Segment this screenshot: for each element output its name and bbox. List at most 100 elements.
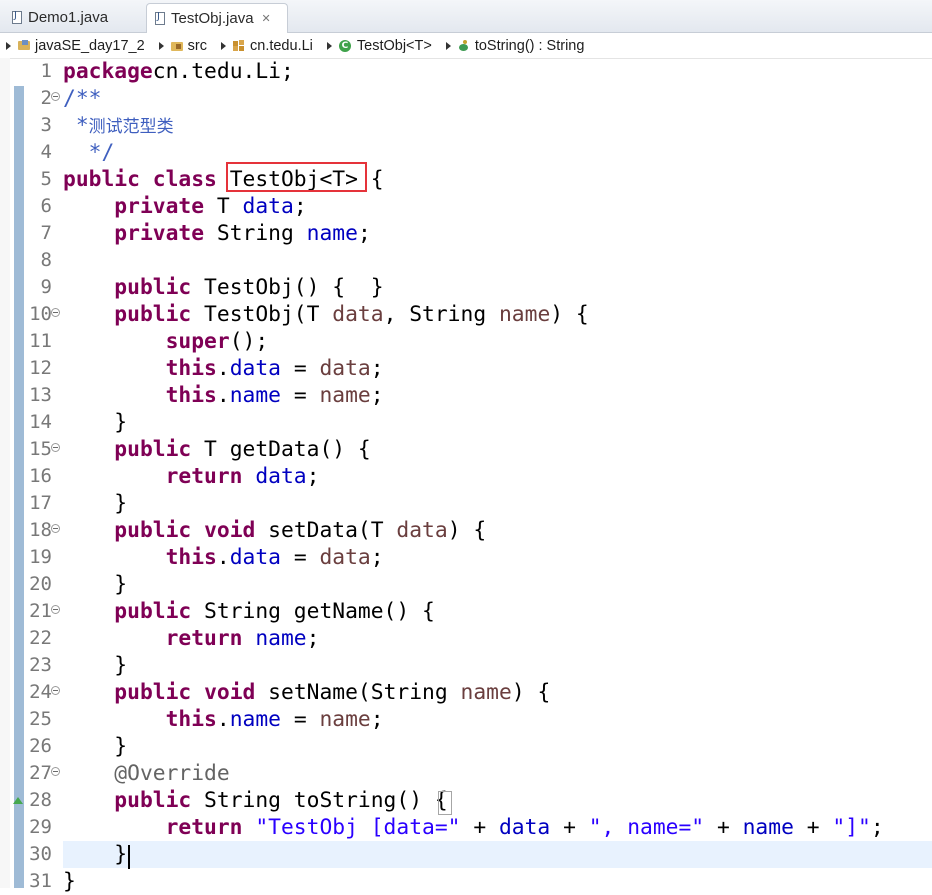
code-line[interactable]: 30 } <box>0 841 932 868</box>
fold-toggle-icon[interactable] <box>51 92 60 101</box>
code-token: T getData() { <box>191 437 371 462</box>
code-token: TestObj() { } <box>191 275 384 300</box>
code-text[interactable]: this.data = data; <box>63 544 384 571</box>
code-text[interactable]: this.data = data; <box>63 355 384 382</box>
code-token: name <box>229 707 281 732</box>
fold-toggle-icon[interactable] <box>51 767 60 776</box>
line-number: 24 <box>29 681 52 703</box>
code-line[interactable]: 22 return name; <box>0 625 932 652</box>
code-editor[interactable]: 1 packagecn.tedu.Li; 2 /** 3 *测试范型类 4 */5 publ… <box>0 58 932 894</box>
code-line[interactable]: 31} <box>0 868 932 895</box>
code-text[interactable]: return "TestObj [data=" + data + ", name… <box>63 814 884 841</box>
chevron-right-icon[interactable] <box>326 41 332 50</box>
matching-bracket-box <box>438 791 452 815</box>
code-text[interactable]: } <box>63 490 127 517</box>
code-line[interactable]: 23 } <box>0 652 932 679</box>
code-line[interactable]: 27 @Override <box>0 760 932 787</box>
code-line[interactable]: 17 } <box>0 490 932 517</box>
code-text[interactable]: @Override <box>63 760 229 787</box>
line-number: 2 <box>40 87 52 109</box>
breadcrumb-project[interactable]: javaSE_day17_2 <box>18 38 145 54</box>
code-text[interactable]: } <box>63 841 127 868</box>
code-token: name <box>255 626 307 651</box>
code-line[interactable]: 9 public TestObj() { } <box>0 274 932 301</box>
code-text[interactable]: super(); <box>63 328 269 355</box>
code-line[interactable]: 3 *测试范型类 <box>0 112 932 139</box>
line-number: 11 <box>29 330 52 352</box>
tab-demo1-java[interactable]: Demo1.java <box>4 3 140 32</box>
code-text[interactable]: return data; <box>63 463 320 490</box>
line-number: 27 <box>29 762 52 784</box>
chevron-right-icon[interactable] <box>158 41 164 50</box>
chevron-right-icon[interactable] <box>221 41 226 50</box>
code-line[interactable]: 16 return data; <box>0 463 932 490</box>
close-icon[interactable]: ✕ <box>262 12 271 25</box>
code-text[interactable]: *测试范型类 <box>63 112 174 141</box>
code-text[interactable]: this.name = name; <box>63 382 384 409</box>
code-line[interactable]: 13 this.name = name; <box>0 382 932 409</box>
code-text[interactable]: } <box>63 868 76 895</box>
code-text[interactable]: public TestObj() { } <box>63 274 384 301</box>
code-line[interactable]: 29 return "TestObj [data=" + data + ", n… <box>0 814 932 841</box>
code-area[interactable]: 1 packagecn.tedu.Li; 2 /** 3 *测试范型类 4 */5 publ… <box>0 58 932 894</box>
code-text[interactable]: } <box>63 652 127 679</box>
code-token: } <box>63 410 128 435</box>
code-text[interactable]: } <box>63 733 127 760</box>
code-line[interactable]: 2 /** <box>0 85 932 112</box>
code-text[interactable]: } <box>63 571 127 598</box>
code-line[interactable]: 10 public TestObj(T data, String name) { <box>0 301 932 328</box>
code-line[interactable]: 11 super(); <box>0 328 932 355</box>
code-token: data <box>319 545 371 570</box>
breadcrumb-class[interactable]: C TestObj<T> <box>338 38 432 54</box>
code-line[interactable]: 7 private String name; <box>0 220 932 247</box>
code-text[interactable]: public T getData() { <box>63 436 371 463</box>
fold-toggle-icon[interactable] <box>51 686 60 695</box>
code-line[interactable]: 28 public String toString() { <box>0 787 932 814</box>
breadcrumb-method[interactable]: toString() : String <box>458 38 584 54</box>
code-text[interactable]: */ <box>63 139 115 166</box>
fold-toggle-icon[interactable] <box>51 308 60 317</box>
code-text[interactable]: } <box>63 409 127 436</box>
code-line[interactable]: 8 <box>0 247 932 274</box>
code-text[interactable]: return name; <box>63 625 320 652</box>
code-line[interactable]: 5 public class TestObj<T> { <box>0 166 932 193</box>
code-line[interactable]: 25 this.name = name; <box>0 706 932 733</box>
code-text[interactable]: this.name = name; <box>63 706 384 733</box>
chevron-right-icon[interactable] <box>445 41 451 50</box>
code-line[interactable]: 26 } <box>0 733 932 760</box>
code-text[interactable]: public String toString() { <box>63 787 448 814</box>
code-token: */ <box>63 140 115 165</box>
override-indicator-icon[interactable] <box>13 797 23 804</box>
fold-toggle-icon[interactable] <box>51 605 60 614</box>
code-token: String toString() { <box>191 788 448 813</box>
code-text[interactable]: private T data; <box>63 193 306 220</box>
chevron-right-icon[interactable] <box>6 41 11 50</box>
fold-toggle-icon[interactable] <box>51 524 60 533</box>
tab-testobj-java[interactable]: TestObj.java ✕ <box>146 3 288 33</box>
code-line[interactable]: 1 packagecn.tedu.Li; <box>0 58 932 85</box>
code-line[interactable]: 24 public void setName(String name) { <box>0 679 932 706</box>
breadcrumb-package[interactable]: cn.tedu.Li <box>233 38 313 54</box>
fold-toggle-icon[interactable] <box>51 443 60 452</box>
code-line[interactable]: 4 */ <box>0 139 932 166</box>
code-text[interactable]: private String name; <box>63 220 370 247</box>
code-text[interactable]: public String getName() { <box>63 598 435 625</box>
code-line[interactable]: 12 this.data = data; <box>0 355 932 382</box>
code-line[interactable]: 19 this.data = data; <box>0 544 932 571</box>
code-token: name <box>498 302 551 327</box>
code-token: public <box>114 302 192 327</box>
code-text[interactable]: public TestObj(T data, String name) { <box>63 301 588 328</box>
code-line[interactable]: 21 public String getName() { <box>0 598 932 625</box>
breadcrumb-source-folder[interactable]: src <box>170 38 207 54</box>
code-text[interactable]: /** <box>63 85 101 112</box>
code-text[interactable]: public void setName(String name) { <box>63 679 550 706</box>
code-line[interactable]: 20 } <box>0 571 932 598</box>
code-line[interactable]: 6 private T data; <box>0 193 932 220</box>
code-line[interactable]: 18 public void setData(T data) { <box>0 517 932 544</box>
code-text[interactable]: public void setData(T data) { <box>63 517 486 544</box>
code-text[interactable]: packagecn.tedu.Li; <box>63 58 294 85</box>
code-line[interactable]: 15 public T getData() { <box>0 436 932 463</box>
code-line[interactable]: 14 } <box>0 409 932 436</box>
